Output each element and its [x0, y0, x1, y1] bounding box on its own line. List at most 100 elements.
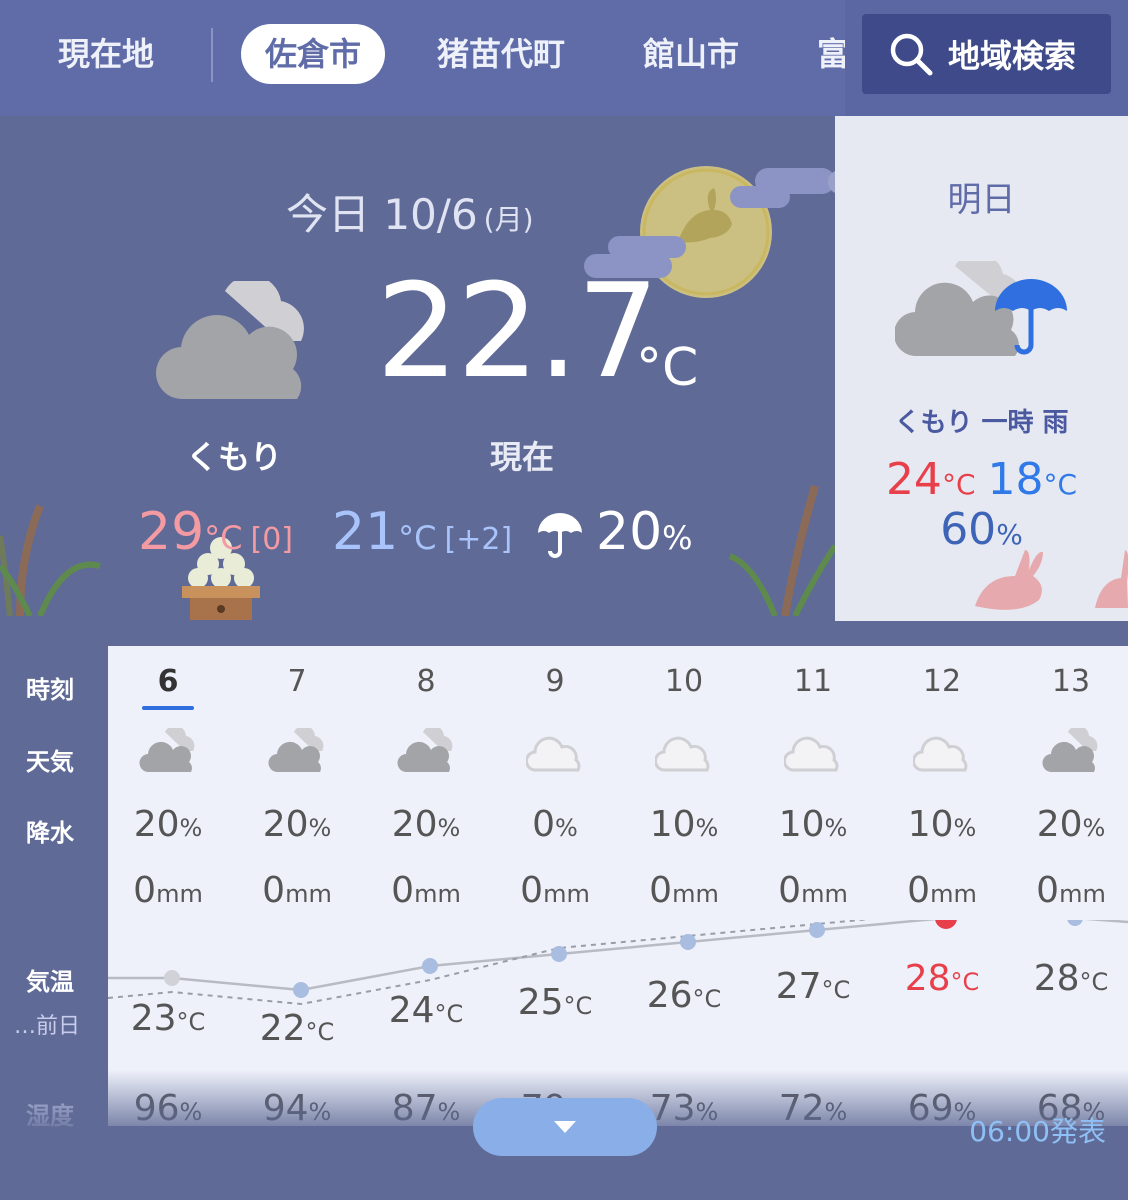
- hour-pop-unit: %: [555, 814, 578, 842]
- hour-pop-unit: %: [179, 814, 203, 842]
- hour-rain: 0mm: [1006, 870, 1128, 911]
- tab-inawashiro[interactable]: 猪苗代町: [437, 24, 565, 84]
- row-label-pop: 降水: [26, 819, 74, 847]
- hour-temp-max: 28°C: [877, 958, 1007, 999]
- hour-rain: 0mm: [490, 870, 620, 911]
- hour-weather: [1006, 728, 1128, 774]
- hour-weather: [877, 728, 1007, 774]
- today-pop: 20%: [596, 506, 693, 558]
- current-hour-indicator: [142, 706, 194, 710]
- temperature-point: [680, 934, 696, 950]
- temperature-point: [422, 958, 438, 974]
- hour-rain-value: 0: [649, 870, 673, 911]
- hour-temp-value: 28: [1033, 958, 1080, 999]
- hour-rain: 0mm: [748, 870, 878, 911]
- hour-temp-value: 25: [517, 982, 564, 1023]
- hour-rain-value: 0: [262, 870, 286, 911]
- hour-temp-unit: °C: [1079, 968, 1109, 996]
- hour-temp: 27°C: [748, 966, 878, 1007]
- hour-pop: 20%: [232, 804, 362, 845]
- hour-pop-value: 20: [262, 804, 309, 845]
- expand-table-button[interactable]: [473, 1098, 657, 1156]
- today-pop-unit: %: [662, 519, 693, 557]
- issued-time: 06:00発表: [969, 1115, 1106, 1148]
- tab-tateyama[interactable]: 館山市: [643, 24, 739, 84]
- hour-rain-unit: mm: [156, 880, 203, 908]
- hour-weather: [103, 728, 233, 774]
- hour-cell: 10: [664, 664, 704, 699]
- row-label-prev-day: …前日: [14, 1014, 81, 1039]
- light-cloud-icon: [913, 736, 968, 772]
- today-date-text: 今日 10/6: [286, 190, 478, 239]
- hour-pop-value: 10: [778, 804, 825, 845]
- today-pop-value: 20: [596, 502, 663, 562]
- tomorrow-high-value: 24: [885, 454, 942, 505]
- today-low-diff: [+2]: [444, 522, 513, 557]
- hour-rain-unit: mm: [543, 880, 590, 908]
- hour-pop-value: 20: [133, 804, 180, 845]
- hour-rain: 0mm: [877, 870, 1007, 911]
- hour-temp: 24°C: [361, 990, 491, 1031]
- today-low-value: 21: [332, 502, 399, 562]
- top-bar: 現在地 佐倉市 猪苗代町 館山市 富 地域検索: [0, 0, 1128, 116]
- light-cloud-icon: [655, 736, 710, 772]
- hour-rain-unit: mm: [414, 880, 461, 908]
- today-panel: 今日 10/6 (月) くもり 22.7 °C 現在 29°C [0] 21°C [+…: [0, 116, 852, 646]
- hour-pop-unit: %: [308, 814, 332, 842]
- hour-rain-value: 0: [391, 870, 415, 911]
- hour-temp-value: 22: [259, 1008, 306, 1049]
- today-high-unit: °C: [204, 519, 243, 557]
- temperature-point: [551, 946, 567, 962]
- current-label: 現在: [490, 438, 555, 476]
- tab-sakura[interactable]: 佐倉市: [241, 24, 386, 84]
- hour-weather: [748, 728, 878, 774]
- hour-weather: [232, 728, 362, 774]
- hour-pop: 10%: [748, 804, 878, 845]
- hour-weather: [490, 728, 620, 774]
- hour-cell: 8: [416, 664, 436, 699]
- today-condition: くもり: [186, 438, 283, 476]
- hour-rain: 0mm: [361, 870, 491, 911]
- hour-temp-unit: °C: [305, 1018, 335, 1046]
- cloudy-icon: [155, 281, 304, 400]
- cloudy-icon: [139, 728, 195, 773]
- tomorrow-high: 24°C: [886, 454, 976, 505]
- tomorrow-low-value: 18: [987, 454, 1044, 505]
- hour-temp: 25°C: [490, 982, 620, 1023]
- tomorrow-title: 明日: [947, 180, 1016, 220]
- hour-rain: 0mm: [619, 870, 749, 911]
- hour-cell: 11: [793, 664, 833, 699]
- today-high-value: 29: [138, 502, 205, 562]
- light-cloud-icon: [784, 736, 839, 772]
- today-low-unit: °C: [398, 519, 437, 557]
- hour-rain: 0mm: [232, 870, 362, 911]
- tab-current-location[interactable]: 現在地: [58, 24, 154, 84]
- hour-temp-value: 26: [646, 975, 693, 1016]
- hour-pop: 20%: [1006, 804, 1128, 845]
- hour-pop: 20%: [361, 804, 491, 845]
- hour-pop: 10%: [877, 804, 1007, 845]
- temperature-point: [809, 922, 825, 938]
- region-search-label: 地域検索: [948, 37, 1077, 75]
- pampas-grass-left: [0, 504, 101, 616]
- hour-cell: 12: [922, 664, 962, 699]
- hour-pop-unit: %: [953, 814, 977, 842]
- region-search-button[interactable]: 地域検索: [862, 14, 1111, 94]
- search-icon: [890, 33, 933, 76]
- umbrella-icon: [538, 513, 582, 558]
- hour-cell: 13: [1051, 664, 1091, 699]
- tab-tomi[interactable]: 富: [817, 24, 845, 84]
- hour-temp-value: 27: [775, 966, 822, 1007]
- today-low: 21°C [+2]: [332, 506, 512, 558]
- cloudy-icon: [1042, 728, 1098, 773]
- hour-rain-unit: mm: [285, 880, 332, 908]
- tomorrow-low: 18°C: [988, 454, 1078, 505]
- hour-cell: 9: [545, 664, 565, 699]
- hour-cell: 7: [287, 664, 307, 699]
- tomorrow-panel[interactable]: 明日 くもり 一時 雨 24°C 18°C 60%: [835, 116, 1128, 621]
- hour-rain-unit: mm: [930, 880, 977, 908]
- hour-temp: 26°C: [619, 975, 749, 1016]
- today-high: 29°C [0]: [138, 506, 293, 558]
- hour-pop-unit: %: [1082, 814, 1106, 842]
- cloudy-rain-icon: [895, 261, 1067, 357]
